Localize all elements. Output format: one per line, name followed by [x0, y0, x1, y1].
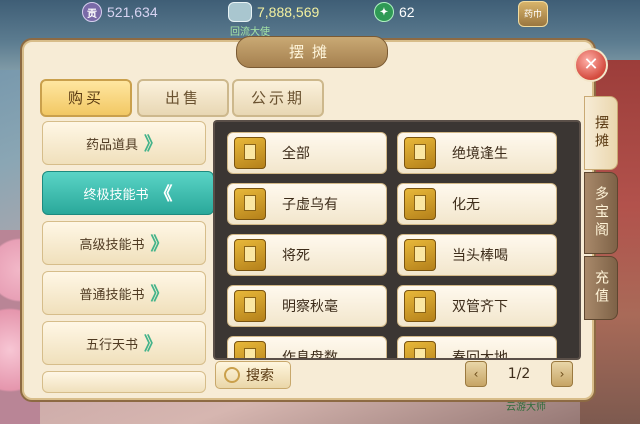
category-item-advanced-skill-book[interactable]: 高级技能书 》	[42, 221, 206, 265]
skill-book-icon	[404, 239, 436, 271]
list-item[interactable]: 明察秋毫	[227, 285, 387, 327]
skill-book-icon	[404, 188, 436, 220]
category-item-five-elements[interactable]: 五行天书 》	[42, 321, 206, 365]
chevron-left-icon: 《	[154, 184, 173, 205]
item-label: 春回大地	[452, 350, 508, 360]
item-label: 当头棒喝	[452, 248, 508, 264]
chevron-right-icon: 》	[144, 134, 162, 155]
list-item[interactable]: 双管齐下	[397, 285, 557, 327]
search-label: 搜索	[246, 368, 274, 384]
list-item[interactable]: 春回大地	[397, 336, 557, 360]
tab-sell[interactable]: 出售	[137, 79, 229, 117]
silver-value: 7,888,569	[257, 4, 320, 20]
gold-value: 521,634	[107, 4, 158, 20]
item-label: 子虚乌有	[282, 197, 338, 213]
list-item[interactable]: 当头棒喝	[397, 234, 557, 276]
item-label: 明察秋毫	[282, 299, 338, 315]
page-indicator: 1/2	[507, 366, 531, 382]
category-label: 药品道具	[85, 137, 138, 153]
list-item[interactable]: 化无	[397, 183, 557, 225]
prev-page-button[interactable]: ‹	[465, 361, 487, 387]
tab-buy[interactable]: 购买	[40, 79, 132, 117]
skill-book-icon	[234, 290, 266, 322]
panel-title: 摆摊	[236, 36, 388, 68]
gold-coin-icon: 贡	[82, 2, 102, 22]
side-tab-recharge[interactable]: 充值	[584, 256, 618, 320]
list-item[interactable]: 子虚乌有	[227, 183, 387, 225]
item-label: 化无	[452, 197, 480, 213]
item-label: 将死	[282, 248, 310, 264]
item-label: 全部	[282, 146, 310, 162]
list-item[interactable]: 绝境逢生	[397, 132, 557, 174]
category-item-ultimate-skill-book[interactable]: 终极技能书 《	[42, 171, 214, 215]
silver-ingot-icon	[228, 2, 252, 22]
npc-name-label: 云游大师	[506, 402, 546, 413]
tab-public-period[interactable]: 公示期	[232, 79, 324, 117]
category-label: 终极技能书	[83, 187, 149, 203]
next-page-button[interactable]: ›	[551, 361, 573, 387]
chevron-right-icon: 》	[150, 284, 169, 305]
search-icon	[224, 367, 240, 383]
item-label: 绝境逢生	[452, 146, 508, 162]
category-label: 五行天书	[85, 337, 138, 353]
item-label: 双管齐下	[452, 299, 508, 315]
category-label: 普通技能书	[79, 287, 145, 303]
chevron-right-icon: 》	[144, 334, 162, 355]
category-label: 高级技能书	[79, 237, 145, 253]
jade-icon: ✦	[374, 2, 394, 22]
jade-value: 62	[399, 4, 415, 20]
side-tab-stall[interactable]: 摆摊	[584, 96, 618, 170]
skill-book-icon	[404, 137, 436, 169]
side-tab-treasure-pavilion[interactable]: 多宝阁	[584, 172, 618, 254]
list-item[interactable]: 全部	[227, 132, 387, 174]
category-item-more[interactable]	[42, 371, 206, 393]
treasure-bag-icon[interactable]: 药巾	[518, 1, 548, 27]
category-item-normal-skill-book[interactable]: 普通技能书 》	[42, 271, 206, 315]
skill-book-icon	[234, 341, 266, 358]
silver-resource: 7,888,569	[228, 2, 320, 22]
skill-book-icon	[234, 137, 266, 169]
skill-book-icon	[234, 239, 266, 271]
pagination: ‹ 1/2 ›	[465, 361, 573, 387]
item-label: 作息盘数	[282, 350, 338, 360]
close-icon[interactable]: ✕	[574, 48, 608, 82]
gold-resource: 贡 521,634	[82, 2, 158, 22]
list-item[interactable]: 将死	[227, 234, 387, 276]
item-grid: 全部 绝境逢生 子虚乌有 化无 将死 当头棒喝 明察秋毫 双管齐下 作息盘数 春…	[213, 120, 581, 360]
category-item-medicine[interactable]: 药品道具 》	[42, 121, 206, 165]
jade-resource: ✦ 62	[374, 2, 415, 22]
list-item[interactable]: 作息盘数	[227, 336, 387, 360]
skill-book-icon	[404, 341, 436, 358]
chevron-right-icon: 》	[150, 234, 169, 255]
bag-label: 药巾	[524, 10, 543, 20]
search-button[interactable]: 搜索	[215, 361, 291, 389]
skill-book-icon	[234, 188, 266, 220]
skill-book-icon	[404, 290, 436, 322]
